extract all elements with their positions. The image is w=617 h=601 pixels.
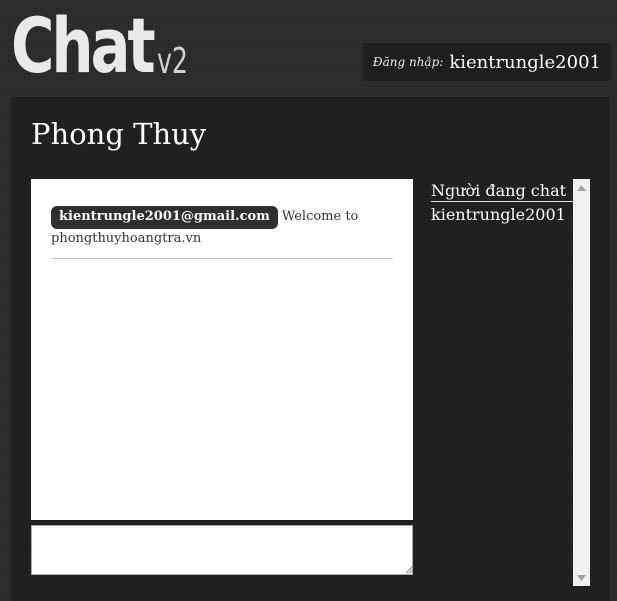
logo-wordmark: Chat	[11, 1, 156, 90]
login-status: Đăng nhập: kientrungle2001	[362, 43, 611, 81]
chat-room-panel: Phong Thuy kientrungle2001@gmail.com Welc…	[11, 97, 610, 601]
message-input[interactable]	[31, 525, 413, 575]
online-users-panel: Người đang chat kientrungle2001	[431, 179, 576, 586]
triangle-down-icon	[577, 574, 586, 581]
message-list[interactable]: kientrungle2001@gmail.com Welcome to phon…	[31, 179, 413, 520]
chat-message: kientrungle2001@gmail.com Welcome to phon…	[51, 206, 393, 259]
login-label: Đăng nhập:	[372, 55, 444, 69]
logo-version: v2	[157, 41, 188, 82]
users-scrollbar[interactable]	[573, 179, 590, 586]
message-sender-badge: kientrungle2001@gmail.com	[51, 206, 278, 229]
online-user-item[interactable]: kientrungle2001	[431, 205, 576, 224]
room-title: Phong Thuy	[31, 117, 207, 151]
app-logo: Chat v2	[11, 6, 201, 86]
logged-in-username[interactable]: kientrungle2001	[449, 52, 601, 73]
triangle-up-icon	[577, 184, 586, 191]
scroll-up-button[interactable]	[573, 179, 590, 196]
online-users-heading: Người đang chat	[431, 181, 574, 202]
scroll-down-button[interactable]	[573, 569, 590, 586]
